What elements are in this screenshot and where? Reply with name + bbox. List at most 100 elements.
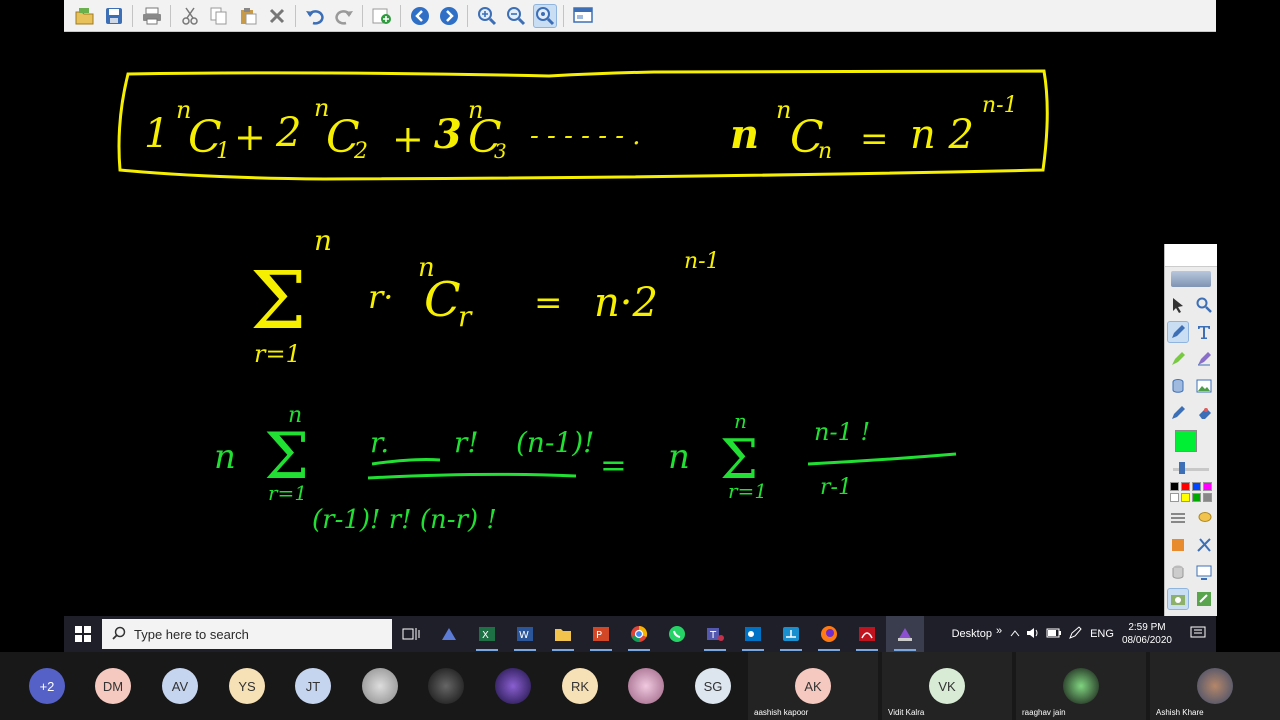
participant-avatar[interactable]: SG	[695, 668, 731, 704]
task-view-icon[interactable]	[392, 616, 430, 652]
eq3-rhs-numerator: n-1 !	[814, 418, 870, 446]
desktop-label[interactable]: Desktop	[952, 628, 992, 640]
text-icon[interactable]	[1194, 322, 1214, 342]
participant-tile[interactable]: VK Vidit Kalra	[882, 652, 1012, 720]
camera-icon[interactable]	[1167, 587, 1189, 610]
language-indicator[interactable]: ENG	[1090, 628, 1114, 640]
eq3-rhs-upper: n	[734, 409, 747, 433]
previous-page-icon[interactable]	[408, 4, 432, 28]
swatch-white[interactable]	[1170, 493, 1179, 502]
display-icon[interactable]	[571, 4, 595, 28]
chrome-icon[interactable]	[620, 616, 658, 652]
notifications-icon[interactable]	[1190, 626, 1206, 643]
participant-photo-avatar[interactable]	[495, 668, 531, 704]
teams-icon[interactable]: T	[696, 616, 734, 652]
swatch-gray[interactable]	[1203, 493, 1212, 502]
eq2-rhs-exp: n-1	[684, 249, 720, 274]
acrobat-icon[interactable]	[848, 616, 886, 652]
participant-avatar[interactable]: RK	[562, 668, 598, 704]
pointer-pen-icon[interactable]	[1168, 403, 1188, 423]
volume-icon[interactable]	[1026, 627, 1040, 642]
show-hidden-icons-icon[interactable]	[1010, 628, 1020, 640]
outlook-icon[interactable]	[734, 616, 772, 652]
save-icon[interactable]	[102, 4, 126, 28]
participant-tile-avatar: VK	[929, 668, 965, 704]
participant-photo-avatar[interactable]	[628, 668, 664, 704]
thickness-slider[interactable]	[1165, 462, 1217, 480]
eq1-term1: 1	[144, 111, 169, 157]
export-icon[interactable]	[1194, 589, 1214, 609]
participant-tile[interactable]: raaghav jain	[1016, 652, 1146, 720]
windows-start-icon[interactable]	[64, 616, 102, 652]
fill-icon[interactable]	[1168, 376, 1188, 396]
magic-pen-icon[interactable]	[1194, 349, 1214, 369]
file-explorer-icon[interactable]	[544, 616, 582, 652]
print-icon[interactable]	[140, 4, 164, 28]
excel-icon[interactable]: X	[468, 616, 506, 652]
eq3-lower: r=1	[268, 481, 307, 505]
powerpoint-icon[interactable]: P	[582, 616, 620, 652]
participant-avatar[interactable]: JT	[295, 668, 331, 704]
eraser-icon[interactable]	[1194, 403, 1214, 423]
undo-icon[interactable]	[303, 4, 327, 28]
eq3-num-c: (n-1)!	[516, 426, 594, 459]
cut-icon[interactable]	[178, 4, 202, 28]
next-page-icon[interactable]	[437, 4, 461, 28]
copy-icon[interactable]	[207, 4, 231, 28]
palette-header[interactable]	[1165, 244, 1217, 267]
image-icon[interactable]	[1194, 376, 1214, 396]
clock[interactable]: 2:59 PM 08/06/2020	[1114, 621, 1180, 647]
onenote-icon[interactable]	[886, 616, 924, 652]
firefox-icon[interactable]	[810, 616, 848, 652]
swatch-black[interactable]	[1170, 482, 1179, 491]
eq3-rhs-fraction-bar	[807, 452, 957, 466]
swatch-green[interactable]	[1192, 493, 1201, 502]
zoom-icon[interactable]	[1194, 295, 1214, 315]
swatch-red[interactable]	[1181, 482, 1190, 491]
line-style-icon[interactable]	[1168, 508, 1188, 528]
whatsapp-icon[interactable]	[658, 616, 696, 652]
network-app-icon[interactable]	[772, 616, 810, 652]
zoom-out-icon[interactable]	[504, 4, 528, 28]
more-participants-badge[interactable]: +2	[29, 668, 65, 704]
pen-workspace-icon[interactable]	[1068, 625, 1082, 643]
participant-photo-avatar[interactable]	[428, 668, 464, 704]
paste-icon[interactable]	[236, 4, 260, 28]
swatch-magenta[interactable]	[1203, 482, 1212, 491]
eq1-sub3: 3	[494, 139, 507, 163]
delete-icon[interactable]	[265, 4, 289, 28]
battery-icon[interactable]	[1046, 628, 1062, 641]
swatch-yellow[interactable]	[1181, 493, 1190, 502]
screen-capture-icon[interactable]	[1194, 562, 1214, 582]
taskbar-search[interactable]: Type here to search	[102, 619, 392, 649]
participant-name: Vidit Kalra	[888, 708, 925, 717]
participant-tile-photo	[1197, 668, 1233, 704]
word-icon[interactable]: W	[506, 616, 544, 652]
new-page-icon[interactable]	[370, 4, 394, 28]
vpn-app-icon[interactable]	[430, 616, 468, 652]
participant-photo-avatar[interactable]	[362, 668, 398, 704]
toolbar-separator	[400, 4, 401, 27]
whiteboard-canvas[interactable]: 1 n C 1 + 2 n C 2 + 3 n C 3 - - - - - - …	[64, 32, 1216, 616]
chevron-icon[interactable]: »	[996, 625, 1002, 637]
participant-tile[interactable]: AK aashish kapoor	[748, 652, 878, 720]
redo-icon[interactable]	[332, 4, 356, 28]
zoom-in-icon[interactable]	[475, 4, 499, 28]
select-icon[interactable]	[1168, 295, 1188, 315]
comment-icon[interactable]	[1194, 508, 1214, 528]
highlighter-icon[interactable]	[1168, 349, 1188, 369]
zoom-fit-icon[interactable]	[532, 3, 557, 28]
database-icon[interactable]	[1168, 562, 1188, 582]
tools-icon[interactable]	[1194, 535, 1214, 555]
shape-icon[interactable]	[1168, 535, 1188, 555]
open-icon[interactable]	[73, 4, 97, 28]
participant-avatar[interactable]: YS	[229, 668, 265, 704]
current-color[interactable]	[1165, 426, 1217, 462]
swatch-blue[interactable]	[1192, 482, 1201, 491]
participant-tile[interactable]: Ashish Khare	[1150, 652, 1280, 720]
pen-icon[interactable]	[1167, 320, 1189, 343]
equation-3: n Σ n r=1 r. r! (n-1)! (r-1)! r! (n-r) !…	[214, 403, 957, 535]
participant-avatar[interactable]: AV	[162, 668, 198, 704]
participant-avatar[interactable]: DM	[95, 668, 131, 704]
toolbar-separator	[467, 4, 468, 27]
